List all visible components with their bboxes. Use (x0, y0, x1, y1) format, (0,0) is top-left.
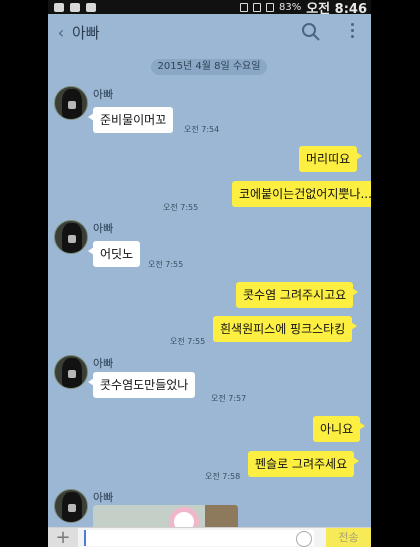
notification-icon (86, 2, 96, 12)
bluetooth-icon (239, 2, 248, 12)
signal-icon (265, 2, 274, 12)
message-bubble[interactable]: 콧수염도만들었나 (87, 372, 196, 398)
notification-icon (54, 2, 64, 12)
notification-icons (48, 2, 96, 12)
send-button[interactable]: 전송 (326, 528, 371, 547)
message-bubble[interactable]: 어딧노 (87, 241, 141, 267)
sender-name: 아빠 (93, 357, 114, 370)
message-time: 오전 7:55 (163, 203, 199, 212)
search-icon[interactable] (301, 22, 321, 42)
avatar[interactable] (54, 220, 88, 254)
date-divider: 2015년 4월 8일 수요일 (151, 59, 267, 75)
message-input-bar: + 전송 (48, 527, 371, 547)
battery-level: 83% (278, 1, 302, 13)
message-bubble[interactable]: 준비물이머꼬 (87, 107, 174, 133)
message-time: 오전 7:55 (170, 337, 206, 346)
message-bubble[interactable]: 아니요 (313, 416, 366, 442)
photo-message[interactable] (93, 505, 238, 527)
sender-name: 아빠 (93, 222, 114, 235)
back-icon[interactable]: ‹ (54, 23, 68, 42)
chat-title: 아빠 (72, 23, 100, 42)
sender-name: 아빠 (93, 88, 114, 101)
alarm-icon (252, 2, 261, 12)
notification-icon (70, 2, 80, 12)
status-bar: 83% 오전 8:46 (48, 0, 371, 17)
avatar[interactable] (54, 86, 88, 120)
sender-name: 아빠 (93, 491, 114, 504)
message-bubble[interactable]: 콧수염 그려주시고요 (236, 282, 359, 308)
emoji-icon[interactable] (296, 531, 312, 547)
chat-screen: 83% 오전 8:46 ‹ 아빠 2015년 4월 8일 수요일 아빠 준비물이… (48, 0, 371, 547)
avatar[interactable] (54, 489, 88, 523)
message-time: 오전 7:57 (211, 394, 247, 403)
message-time: 오전 7:58 (205, 472, 241, 481)
message-bubble[interactable]: 머리띠요 (299, 146, 363, 172)
message-time: 오전 7:55 (148, 260, 184, 269)
avatar[interactable] (54, 355, 88, 389)
message-bubble[interactable]: 코에붙이는건없어지뿟나... (232, 181, 371, 207)
message-bubble[interactable]: 흰색원피스에 핑크스타킹 (213, 316, 358, 342)
chat-header: ‹ 아빠 (48, 14, 371, 50)
message-time: 오전 7:54 (184, 125, 220, 134)
message-input[interactable] (84, 530, 314, 546)
attach-button[interactable]: + (48, 528, 78, 547)
more-icon[interactable] (349, 23, 355, 41)
message-bubble[interactable]: 펜슬로 그려주세요 (248, 451, 360, 477)
